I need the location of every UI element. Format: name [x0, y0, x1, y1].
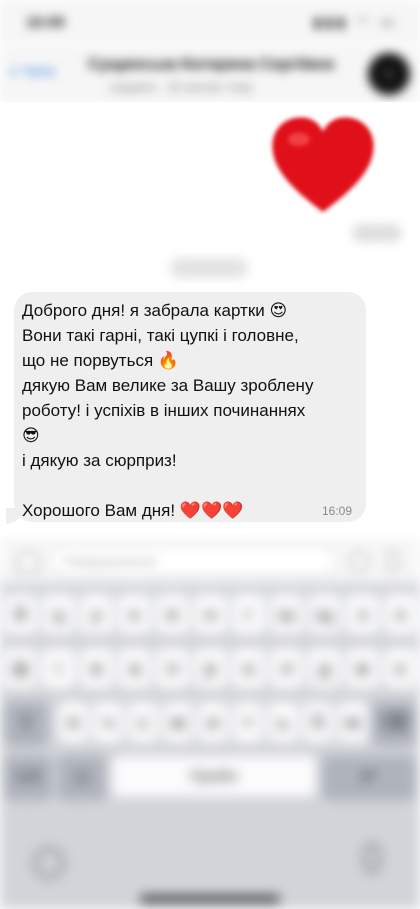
sticker-icon[interactable] [348, 551, 370, 573]
chat-header: ‹ Чати Сущинська Катерина Сергіївна неда… [0, 44, 420, 103]
numbers-key[interactable]: 123 [4, 756, 52, 798]
keyboard: й ц у к е н г ш щ з х ф і в а п р о л д … [0, 582, 420, 909]
bubble-tail [6, 508, 22, 524]
key[interactable]: л [270, 648, 303, 690]
date-separator [170, 258, 248, 278]
key[interactable]: а [118, 648, 151, 690]
key[interactable]: ж [346, 648, 379, 690]
shift-key[interactable]: ⇧ [4, 702, 48, 744]
key[interactable]: б [303, 702, 333, 744]
key[interactable]: о [232, 648, 265, 690]
key[interactable]: е [156, 594, 189, 636]
key[interactable]: т [233, 702, 263, 744]
key[interactable]: р [194, 648, 227, 690]
return-key[interactable]: ↵ [322, 756, 416, 798]
sticker-time-badge [352, 224, 402, 242]
key[interactable]: н [194, 594, 227, 636]
space-key[interactable]: Пробіл [112, 756, 316, 798]
message-input[interactable]: Повідомлення [50, 546, 336, 576]
microphone-icon[interactable] [386, 550, 400, 572]
key[interactable]: ч [93, 702, 123, 744]
key[interactable]: ц [42, 594, 75, 636]
key[interactable]: ю [338, 702, 368, 744]
chat-area[interactable]: Доброго дня! я забрала картки 😍 Вони так… [0, 102, 420, 540]
key[interactable]: щ [308, 594, 341, 636]
key[interactable]: ь [268, 702, 298, 744]
key[interactable]: з [346, 594, 379, 636]
status-time: 16:09 [26, 14, 65, 31]
key[interactable]: к [118, 594, 151, 636]
key[interactable]: д [308, 648, 341, 690]
dictation-mic-icon[interactable] [364, 844, 380, 872]
key[interactable]: с [128, 702, 158, 744]
chat-title[interactable]: Сущинська Катерина Сергіївна [88, 56, 358, 74]
key[interactable]: г [232, 594, 265, 636]
key[interactable]: я [58, 702, 88, 744]
heart-sticker[interactable] [268, 108, 378, 228]
key[interactable]: х [384, 594, 417, 636]
key[interactable]: и [198, 702, 228, 744]
key[interactable]: п [156, 648, 189, 690]
key[interactable]: у [80, 594, 113, 636]
status-icons: ▮▮▮ ◠ ▭ [313, 14, 398, 30]
attach-icon[interactable] [16, 551, 40, 575]
composer-bar: Повідомлення [0, 540, 420, 583]
key[interactable]: в [80, 648, 113, 690]
chevron-left-icon: ‹ [10, 57, 18, 84]
key[interactable]: ш [270, 594, 303, 636]
key[interactable]: є [384, 648, 417, 690]
avatar-icon [384, 69, 394, 79]
status-bar: 16:09 ▮▮▮ ◠ ▭ [0, 0, 420, 44]
backspace-key[interactable]: ⌫ [372, 702, 416, 744]
avatar[interactable] [368, 53, 410, 95]
emoji-key[interactable]: ☺ [58, 756, 106, 798]
chat-subtitle: недавно · 18 хвилин тому [110, 80, 253, 94]
globe-icon[interactable] [34, 848, 64, 878]
key[interactable]: ф [4, 648, 37, 690]
message-text: Доброго дня! я забрала картки 😍 Вони так… [22, 301, 314, 520]
home-indicator [140, 896, 280, 902]
key[interactable]: м [163, 702, 193, 744]
key[interactable]: і [42, 648, 75, 690]
back-button[interactable]: ‹ Чати [10, 57, 56, 84]
back-label: Чати [22, 62, 56, 80]
key[interactable]: й [4, 594, 37, 636]
message-time: 16:09 [322, 504, 353, 518]
